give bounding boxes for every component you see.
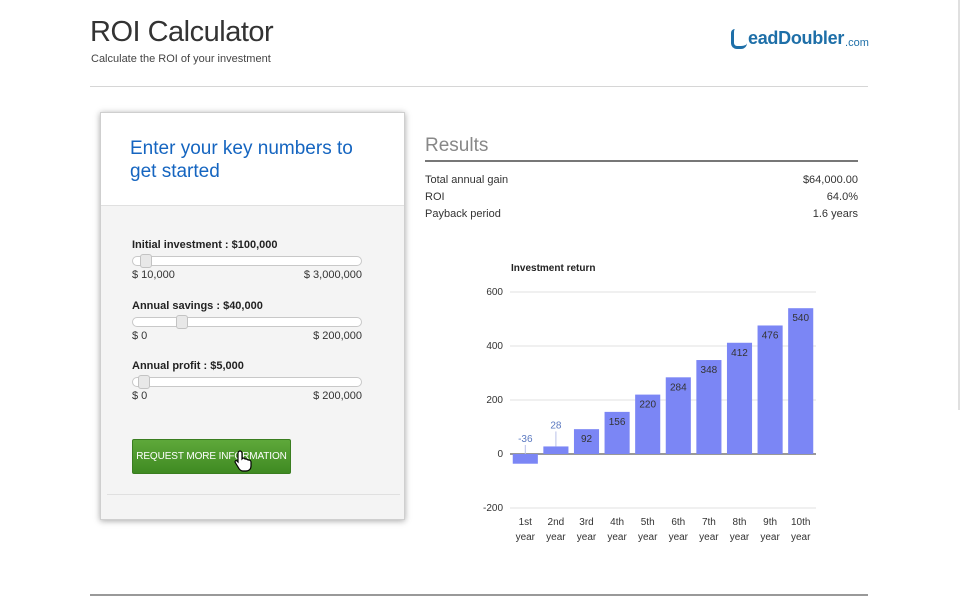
data-label: 28 <box>550 420 562 431</box>
x-tick-label: year <box>791 532 811 543</box>
logo-l-icon <box>731 29 747 49</box>
x-tick-label: 1st <box>519 517 533 528</box>
x-tick-label: year <box>699 532 719 543</box>
initial-investment-slider[interactable] <box>132 254 362 268</box>
bar-1st-year[interactable] <box>512 454 538 464</box>
data-label: 348 <box>701 365 718 376</box>
annual-savings-label: Annual savings : $40,000 <box>132 300 263 312</box>
input-card-heading: Enter your key numbers to get started <box>130 138 353 182</box>
annual-savings-max: $ 200,000 <box>313 330 362 342</box>
y-tick-label: 600 <box>486 287 503 298</box>
page-title: ROI Calculator <box>90 16 274 48</box>
result-row-total-annual-gain: Total annual gain $64,000.00 <box>425 174 858 186</box>
x-tick-label: year <box>760 532 780 543</box>
x-tick-label: year <box>638 532 658 543</box>
x-tick-label: year <box>607 532 627 543</box>
initial-investment-label: Initial investment : $100,000 <box>132 239 278 251</box>
annual-profit-min: $ 0 <box>132 390 148 402</box>
x-tick-label: year <box>516 532 536 543</box>
bar-8th-year[interactable] <box>726 342 753 454</box>
hand-cursor-icon <box>234 450 252 472</box>
annual-profit-field: Annual profit : $5,000 $ 0 $ 200,000 <box>132 360 362 402</box>
y-tick-label: 400 <box>486 341 503 352</box>
result-value: 1.6 years <box>812 208 858 220</box>
annual-savings-field: Annual savings : $40,000 $ 0 $ 200,000 <box>132 300 362 342</box>
x-tick-label: 6th <box>671 517 685 528</box>
data-label: 540 <box>792 313 809 324</box>
x-tick-label: 2nd <box>548 517 565 528</box>
input-card: Enter your key numbers to get started In… <box>100 112 405 520</box>
leaddoubler-logo[interactable]: eadDoubler .com <box>731 28 869 49</box>
data-label: -36 <box>518 434 533 445</box>
annual-profit-max: $ 200,000 <box>313 390 362 402</box>
investment-return-chart: Investment return -200 0 200 400 600 -36 1st ye… <box>483 263 816 543</box>
footer-divider <box>90 594 868 596</box>
result-label: Total annual gain <box>425 174 509 186</box>
results-title: Results <box>425 135 489 156</box>
annual-savings-slider-handle[interactable] <box>176 315 189 329</box>
x-tick-label: 7th <box>702 517 716 528</box>
initial-investment-max: $ 3,000,000 <box>303 269 362 281</box>
x-tick-label: 3rd <box>579 517 593 528</box>
y-tick-label: 200 <box>486 395 503 406</box>
y-tick-label: -200 <box>483 503 503 514</box>
initial-investment-min: $ 10,000 <box>132 269 175 281</box>
initial-investment-field: Initial investment : $100,000 $ 10,000 $… <box>132 239 362 281</box>
annual-profit-label: Annual profit : $5,000 <box>132 360 244 372</box>
result-row-payback-period: Payback period 1.6 years <box>425 208 858 220</box>
logo-text: eadDoubler <box>748 28 845 48</box>
x-tick-label: year <box>730 532 750 543</box>
bar-10th-year[interactable] <box>788 308 814 454</box>
x-tick-label: year <box>577 532 597 543</box>
x-tick-label: 5th <box>641 517 655 528</box>
data-label: 412 <box>731 348 748 359</box>
x-tick-label: 10th <box>791 517 810 528</box>
data-label: 476 <box>762 330 779 341</box>
x-tick-label: year <box>669 532 689 543</box>
data-label: 92 <box>581 434 593 445</box>
input-card-footer-divider <box>107 494 400 495</box>
result-value: $64,000.00 <box>802 174 858 186</box>
x-tick-label: 8th <box>733 517 747 528</box>
data-label: 220 <box>639 400 656 411</box>
result-value: 64.0% <box>826 191 858 203</box>
initial-investment-slider-handle[interactable] <box>139 254 152 268</box>
data-label: 284 <box>670 382 687 393</box>
x-tick-label: 4th <box>610 517 624 528</box>
header-divider <box>90 86 868 87</box>
annual-profit-slider-handle[interactable] <box>138 375 151 389</box>
result-row-roi: ROI 64.0% <box>425 191 858 203</box>
results-divider <box>425 160 858 162</box>
logo-suffix: .com <box>845 37 869 49</box>
data-label: 156 <box>609 417 626 428</box>
chart-title: Investment return <box>511 263 595 274</box>
y-tick-label: 0 <box>497 449 503 460</box>
result-label: ROI <box>425 191 445 203</box>
request-more-information-button[interactable]: Request more information <box>132 439 291 474</box>
page-subtitle: Calculate the ROI of your investment <box>91 53 271 65</box>
bar-2nd-year[interactable] <box>543 446 569 454</box>
x-tick-label: 9th <box>763 517 777 528</box>
annual-savings-min: $ 0 <box>132 330 148 342</box>
bar-9th-year[interactable] <box>757 325 783 454</box>
input-card-header: Enter your key numbers to get started <box>101 113 404 206</box>
annual-profit-slider[interactable] <box>132 375 362 389</box>
annual-savings-slider[interactable] <box>132 315 362 329</box>
x-tick-label: year <box>546 532 566 543</box>
result-label: Payback period <box>425 208 501 220</box>
